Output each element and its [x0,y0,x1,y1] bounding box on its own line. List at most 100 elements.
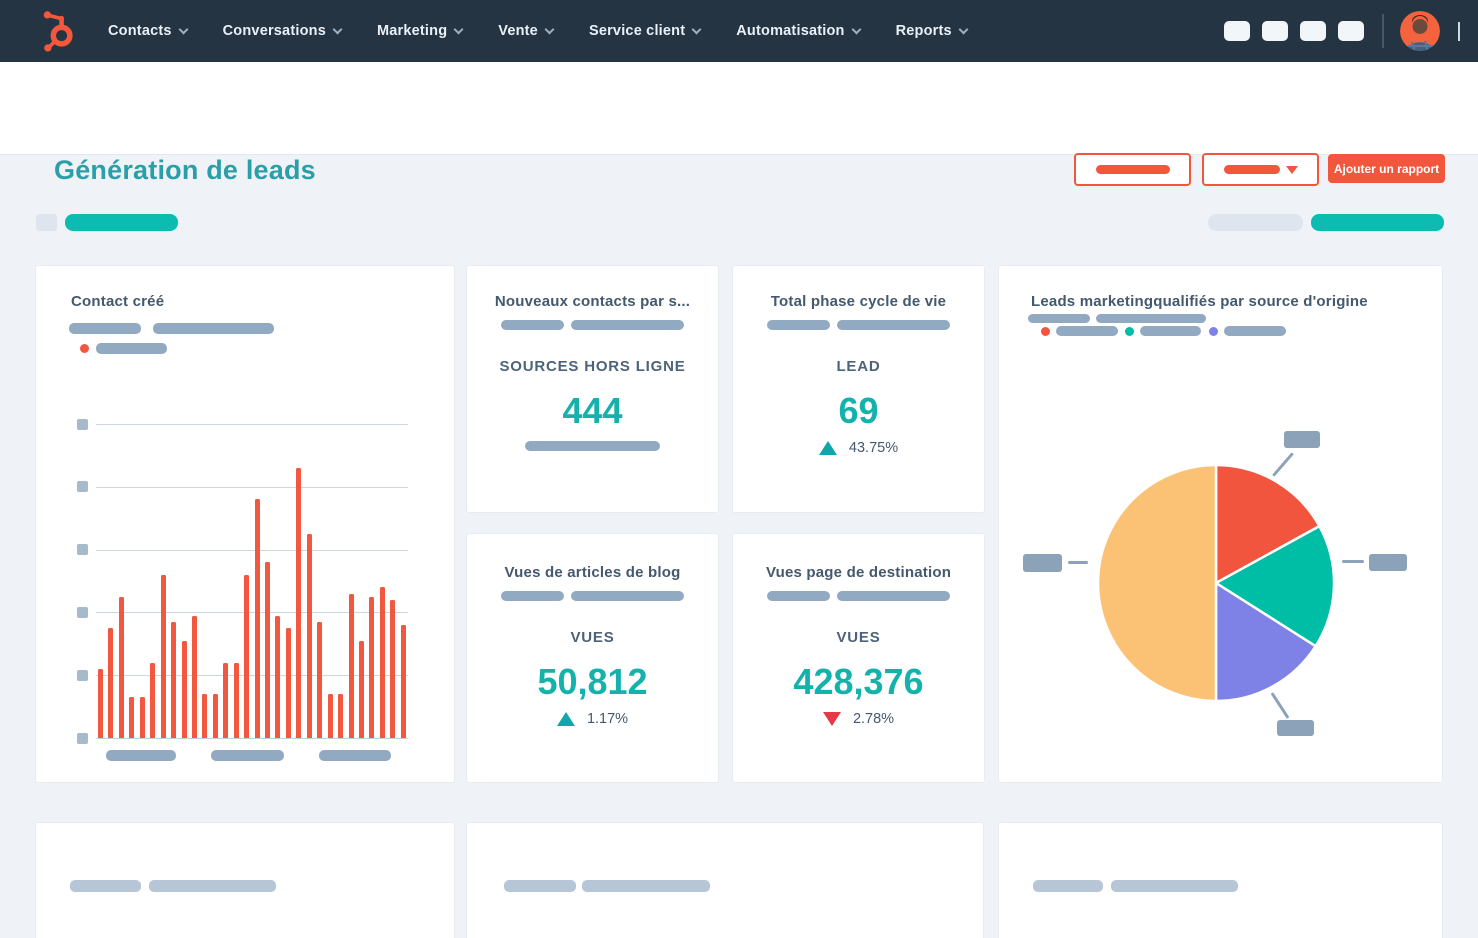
subtitle-placeholder-row [467,591,718,601]
nav-item-reports[interactable]: Reports [896,23,969,39]
filter-link-placeholder[interactable] [65,214,178,231]
button-label-placeholder [1095,165,1170,174]
card-title: Leads marketingqualifiés par source d'or… [1031,293,1368,310]
title-placeholder [70,880,141,892]
date-filter-button[interactable] [1074,153,1191,186]
toolbar-icon-button-2[interactable] [1262,21,1288,41]
bar [275,615,281,738]
range-label-placeholder [1208,214,1303,231]
navbar-divider [1382,14,1384,48]
subtitle-placeholder-row [733,320,984,330]
subtitle-placeholder [501,320,564,330]
chevron-down-icon [544,24,555,34]
nav-item-service-client[interactable]: Service client [588,23,702,39]
x-axis-line [96,738,408,739]
delta-arrow-icon [822,712,841,726]
nav-item-label: Vente [498,23,538,39]
user-avatar[interactable] [1400,11,1440,51]
legend-label-placeholder [96,343,167,354]
footer-placeholder [525,441,660,451]
bar-chart-bars [98,424,406,738]
y-tick-placeholder [77,669,88,681]
actions-dropdown-button[interactable] [1202,153,1319,186]
card-contact-cree: Contact créé [35,265,455,783]
page-title: Génération de leads [54,155,316,185]
bar [379,587,385,738]
nav-item-conversations[interactable]: Conversations [222,23,343,39]
y-tick-placeholder [77,544,88,556]
pie-callout-line [1342,560,1364,563]
subtitle-placeholder [69,323,141,334]
nav-item-contacts[interactable]: Contacts [108,23,189,39]
hubspot-sprocket-icon [43,11,73,52]
hubspot-logo[interactable] [34,8,80,54]
y-tick-placeholder [77,481,88,493]
delta-value: 2.78% [852,711,895,727]
range-link-placeholder[interactable] [1311,214,1444,231]
main-menu: Contacts Conversations Marketing Vente S… [108,23,969,39]
bar [150,662,156,738]
bar [338,694,344,738]
card-bottom-left [35,822,455,938]
subtitle-placeholder [767,320,830,330]
metric-value: 50,812 [537,661,648,702]
pie-callout-placeholder [1369,554,1407,571]
bar [296,467,302,738]
toolbar-icon-button-3[interactable] [1300,21,1326,41]
legend-dot [80,344,89,353]
footer-placeholder-row [467,441,718,451]
subtitle-placeholder [571,591,684,601]
filter-checkbox-placeholder[interactable] [36,214,57,231]
bar [191,615,197,738]
delta-value: 43.75% [848,440,899,456]
card-bottom-center [466,822,984,938]
pie-callout-placeholder [1023,554,1062,572]
card-total-phase: Total phase cycle de vie LEAD 69 43.75% [732,265,985,513]
legend-label-placeholder [1224,326,1286,336]
title-placeholder [1033,880,1103,892]
bar [118,596,124,738]
bar [108,628,114,738]
card-title: Contact créé [71,293,165,310]
subtitle-placeholder [837,591,950,601]
subtitle-placeholder [571,320,684,330]
nav-item-label: Conversations [222,23,326,39]
card-leads-mql: Leads marketingqualifiés par source d'or… [998,265,1443,783]
add-report-button[interactable]: Ajouter un rapport [1328,154,1445,183]
nav-item-label: Service client [588,23,686,39]
nav-item-vente[interactable]: Vente [498,23,555,39]
bar [212,694,218,738]
bar [202,694,208,738]
toolbar-icon-button-1[interactable] [1224,21,1250,41]
toolbar-icon-button-4[interactable] [1338,21,1364,41]
pie-callout-line [1068,561,1088,564]
subtitle-placeholder [837,320,950,330]
avatar-menu-chevron[interactable] [1450,22,1460,41]
nav-item-label: Marketing [376,23,448,39]
bar [181,640,187,738]
chevron-down-icon [332,24,343,34]
bar [285,628,291,738]
hubspot-dashboard: Contacts Conversations Marketing Vente S… [0,0,1478,938]
chevron-down-icon [851,24,862,34]
card-title: Vues de articles de blog [504,564,681,581]
delta-arrow-icon [818,441,837,455]
card-nouveaux-contacts: Nouveaux contacts par s... SOURCES HORS … [466,265,719,513]
nav-item-automatisation[interactable]: Automatisation [736,23,862,39]
bar [139,697,145,738]
bar [233,662,239,738]
pie-callout-placeholder [1277,720,1314,736]
card-title: Vues page de destination [765,564,952,581]
nav-item-marketing[interactable]: Marketing [376,23,464,39]
bar [390,599,396,738]
chevron-down-icon [958,24,969,34]
subtitle-placeholder [767,591,830,601]
pie-svg [1096,463,1336,703]
delta-value: 1.17% [586,711,629,727]
page-header: Génération de leads Ajouter un rapport [0,62,1478,186]
bar [327,694,333,738]
card-bottom-right [998,822,1443,938]
nav-item-label: Contacts [108,23,172,39]
avatar-photo [1400,11,1440,51]
bar [348,593,354,738]
